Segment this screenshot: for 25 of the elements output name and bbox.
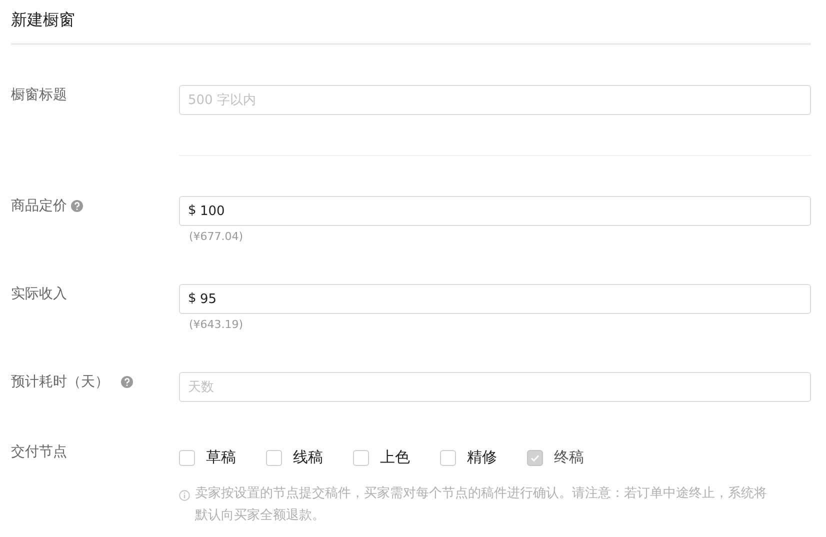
checkbox[interactable] [179, 450, 195, 466]
currency-symbol: $ [188, 203, 196, 219]
currency-symbol: $ [188, 291, 196, 307]
checkbox-label: 精修 [467, 448, 497, 467]
page-title: 新建橱窗 [11, 9, 76, 31]
checkbox-label: 上色 [380, 448, 410, 467]
input-field[interactable]: 天数 [179, 372, 811, 402]
field-label: 商品定价 [11, 197, 67, 215]
field-label: 实际收入 [11, 285, 67, 303]
checkbox[interactable] [440, 450, 456, 466]
checkbox[interactable] [266, 450, 282, 466]
help-icon[interactable] [71, 200, 83, 212]
converted-amount: (¥677.04) [189, 230, 244, 244]
converted-amount: (¥643.19) [189, 318, 244, 332]
checkbox-label: 草稿 [206, 448, 236, 467]
checkbox[interactable] [353, 450, 369, 466]
field-label: 交付节点 [11, 443, 67, 461]
field-label: 橱窗标题 [11, 86, 67, 104]
info-icon [179, 487, 190, 498]
input-field[interactable]: 500 字以内 [179, 85, 811, 115]
checkbox-label: 终稿 [554, 448, 584, 467]
field-label: 预计耗时（天） [11, 373, 109, 391]
help-icon[interactable] [121, 376, 133, 388]
hint-text: 卖家按设置的节点提交稿件，买家需对每个节点的稿件进行确认。请注意：若订单中途终止，系统将默认向买家全额退款。 [195, 485, 768, 525]
checkbox-label: 线稿 [293, 448, 323, 467]
